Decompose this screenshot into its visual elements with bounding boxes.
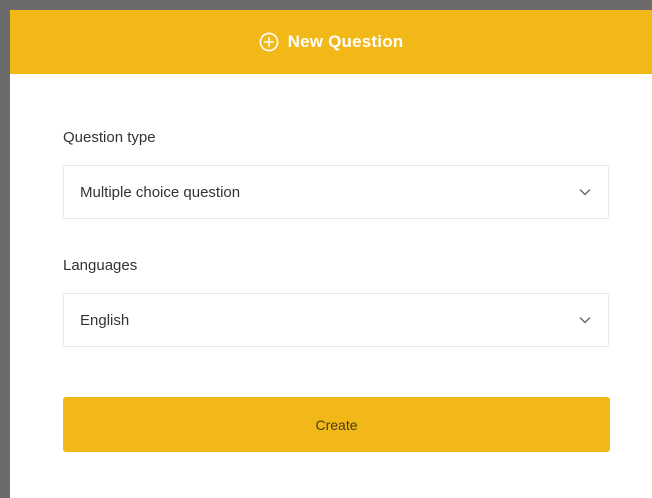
plus-circle-icon: [259, 32, 279, 52]
question-type-label: Question type: [63, 129, 156, 146]
create-button[interactable]: Create: [63, 397, 610, 452]
languages-value: English: [80, 311, 130, 329]
languages-select[interactable]: English: [63, 293, 609, 347]
dialog-header: New Question: [10, 10, 652, 74]
question-type-select[interactable]: Multiple choice question: [63, 165, 609, 219]
dialog-title: New Question: [287, 32, 404, 51]
chevron-down-icon: [578, 185, 592, 199]
languages-label: Languages: [63, 257, 138, 274]
window-left-edge: [0, 0, 10, 498]
dialog-title-group: New Question: [259, 32, 404, 52]
question-type-value: Multiple choice question: [80, 183, 241, 201]
chevron-down-icon: [578, 313, 592, 327]
new-question-dialog: New Question Question type Multiple choi…: [10, 10, 652, 498]
window-top-edge: [0, 0, 652, 10]
app-frame: New Question Question type Multiple choi…: [0, 0, 652, 498]
